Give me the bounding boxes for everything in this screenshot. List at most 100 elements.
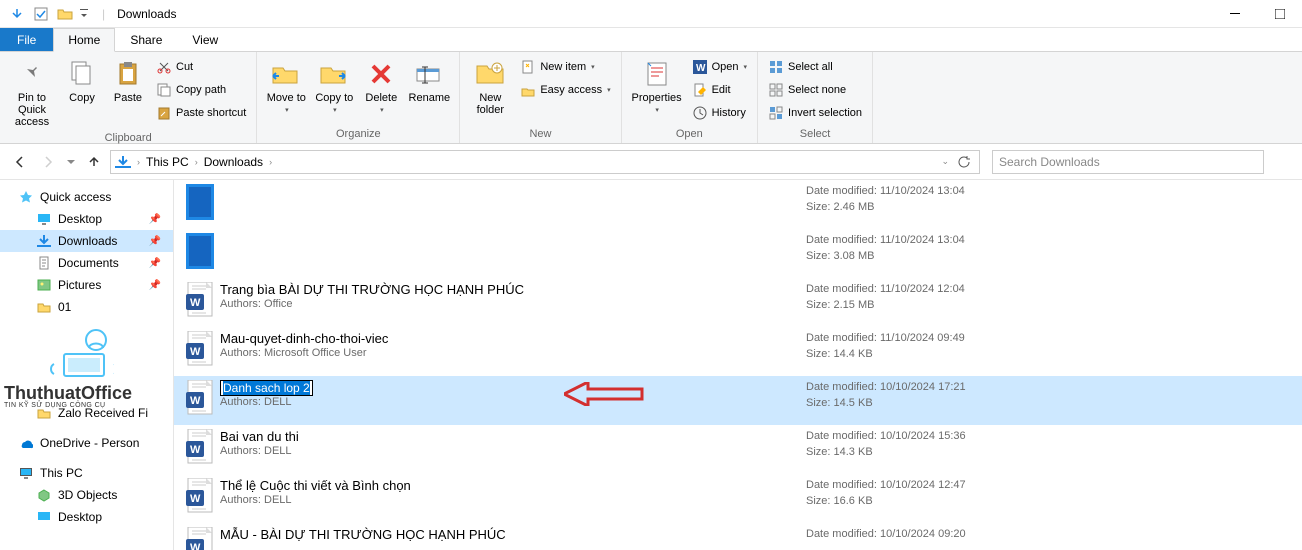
tab-view[interactable]: View <box>177 28 233 51</box>
delete-icon <box>365 58 397 90</box>
select-none-button[interactable]: Select none <box>764 79 866 101</box>
search-input[interactable]: Search Downloads <box>992 150 1264 174</box>
open-button[interactable]: WOpen▾ <box>688 56 751 78</box>
copy-path-button[interactable]: Copy path <box>152 79 250 101</box>
file-row[interactable]: WMẪU - BÀI DỰ THI TRƯỜNG HỌC HẠNH PHÚCDa… <box>174 523 1302 550</box>
file-row[interactable]: WDanh sach lop 2Authors: DELLDate modifi… <box>174 376 1302 425</box>
copy-to-icon <box>318 58 350 90</box>
properties-button[interactable]: Properties▾ <box>628 56 686 116</box>
move-to-icon <box>270 58 302 90</box>
file-row[interactable]: WMau-quyet-dinh-cho-thoi-viecAuthors: Mi… <box>174 327 1302 376</box>
new-folder-button[interactable]: New folder <box>466 56 514 118</box>
tab-home[interactable]: Home <box>53 28 115 52</box>
rename-button[interactable]: Rename <box>405 56 453 106</box>
crumb-this-pc[interactable]: This PC <box>142 155 193 169</box>
minimize-button[interactable] <box>1212 0 1257 28</box>
file-details: Date modified: 11/10/2024 12:04Size: 2.1… <box>806 282 1294 322</box>
edit-button[interactable]: Edit <box>688 79 751 101</box>
new-item-icon <box>520 59 536 75</box>
tree-pictures[interactable]: Pictures📌 <box>0 274 173 296</box>
checkbox-qat-icon[interactable] <box>30 3 52 25</box>
svg-text:W: W <box>190 297 201 309</box>
maximize-button[interactable] <box>1257 0 1302 28</box>
cut-button[interactable]: Cut <box>152 56 250 78</box>
file-authors: Authors: Microsoft Office User <box>220 347 806 359</box>
tree-onedrive[interactable]: OneDrive - Person <box>0 432 173 454</box>
svg-text:W: W <box>190 444 201 456</box>
group-label-organize: Organize <box>263 126 453 141</box>
tree-desktop[interactable]: Desktop📌 <box>0 208 173 230</box>
tree-quick-access[interactable]: Quick access <box>0 186 173 208</box>
cut-icon <box>156 59 172 75</box>
paste-shortcut-button[interactable]: Paste shortcut <box>152 102 250 124</box>
tab-file[interactable]: File <box>0 28 53 51</box>
star-icon <box>18 189 34 205</box>
pin-to-quick-access-button[interactable]: Pin to Quick access <box>6 56 58 130</box>
file-row[interactable]: Date modified: 11/10/2024 13:04Size: 2.4… <box>174 180 1302 229</box>
file-authors: Authors: DELL <box>220 396 806 408</box>
objects-3d-icon <box>36 487 52 503</box>
main-area: Quick access Desktop📌 Downloads📌 Documen… <box>0 180 1302 550</box>
group-label-clipboard: Clipboard <box>6 130 250 145</box>
invert-selection-button[interactable]: Invert selection <box>764 102 866 124</box>
file-type-icon: W <box>184 380 216 420</box>
move-to-button[interactable]: Move to▾ <box>263 56 309 116</box>
select-all-icon <box>768 59 784 75</box>
file-name: Trang bìa BÀI DỰ THI TRƯỜNG HỌC HẠNH PHÚ… <box>220 282 524 297</box>
file-authors: Authors: Office <box>220 298 806 310</box>
quick-access-toolbar <box>6 3 90 25</box>
file-row[interactable]: Date modified: 11/10/2024 13:04Size: 3.0… <box>174 229 1302 278</box>
file-row[interactable]: WThể lệ Cuộc thi viết và Bình chọnAuthor… <box>174 474 1302 523</box>
address-bar[interactable]: › This PC › Downloads › ⌄ <box>110 150 980 174</box>
folder-icon <box>36 405 52 421</box>
select-none-icon <box>768 82 784 98</box>
select-all-button[interactable]: Select all <box>764 56 866 78</box>
copy-to-button[interactable]: Copy to▾ <box>311 56 357 116</box>
easy-access-button[interactable]: Easy access▾ <box>516 79 614 101</box>
back-button[interactable] <box>8 150 32 174</box>
paste-icon <box>112 58 144 90</box>
file-list: Date modified: 11/10/2024 13:04Size: 2.4… <box>174 180 1302 550</box>
crumb-downloads[interactable]: Downloads <box>200 155 267 169</box>
tree-this-pc[interactable]: This PC <box>0 462 173 484</box>
group-select: Select all Select none Invert selection … <box>758 52 873 143</box>
file-name: MẪU - BÀI DỰ THI TRƯỜNG HỌC HẠNH PHÚC <box>220 527 506 542</box>
history-icon <box>692 105 708 121</box>
tree-zalo[interactable]: Zalo Received Fi <box>0 402 173 424</box>
new-item-button[interactable]: New item▾ <box>516 56 614 78</box>
history-button[interactable]: History <box>688 102 751 124</box>
paste-button[interactable]: Paste <box>106 56 150 106</box>
tree-3d-objects[interactable]: 3D Objects <box>0 484 173 506</box>
tree-01[interactable]: 01 <box>0 296 173 318</box>
recent-button[interactable] <box>64 150 78 174</box>
file-name: Thể lệ Cuộc thi viết và Bình chọn <box>220 478 411 493</box>
properties-icon <box>641 58 673 90</box>
tree-documents[interactable]: Documents📌 <box>0 252 173 274</box>
file-type-icon: W <box>184 331 216 371</box>
rename-input[interactable]: Danh sach lop 2 <box>220 380 313 396</box>
navigation-tree: Quick access Desktop📌 Downloads📌 Documen… <box>0 180 174 550</box>
delete-button[interactable]: Delete▾ <box>359 56 403 116</box>
file-row[interactable]: WBai van du thiAuthors: DELLDate modifie… <box>174 425 1302 474</box>
addr-dropdown-icon[interactable]: ⌄ <box>937 156 953 167</box>
pin-icon: 📌 <box>149 280 161 291</box>
copy-button[interactable]: Copy <box>60 56 104 106</box>
pin-icon <box>16 58 48 90</box>
file-type-icon: W <box>184 429 216 469</box>
refresh-icon[interactable] <box>953 155 975 169</box>
tree-desktop2[interactable]: Desktop <box>0 506 173 528</box>
downloads-icon <box>115 154 131 170</box>
down-arrow-icon[interactable] <box>6 3 28 25</box>
file-type-icon <box>184 233 216 273</box>
up-button[interactable] <box>82 150 106 174</box>
file-row[interactable]: W Trang bìa BÀI DỰ THI TRƯỜNG HỌC HẠNH PH… <box>174 278 1302 327</box>
qat-dropdown-icon[interactable] <box>78 3 90 25</box>
folder-qat-icon[interactable] <box>54 3 76 25</box>
desktop-icon <box>36 211 52 227</box>
address-row: › This PC › Downloads › ⌄ Search Downloa… <box>0 144 1302 180</box>
tab-share[interactable]: Share <box>115 28 177 51</box>
easy-access-icon <box>520 82 536 98</box>
forward-button[interactable] <box>36 150 60 174</box>
ribbon: Pin to Quick access Copy Paste Cut Copy … <box>0 52 1302 144</box>
tree-downloads[interactable]: Downloads📌 <box>0 230 173 252</box>
